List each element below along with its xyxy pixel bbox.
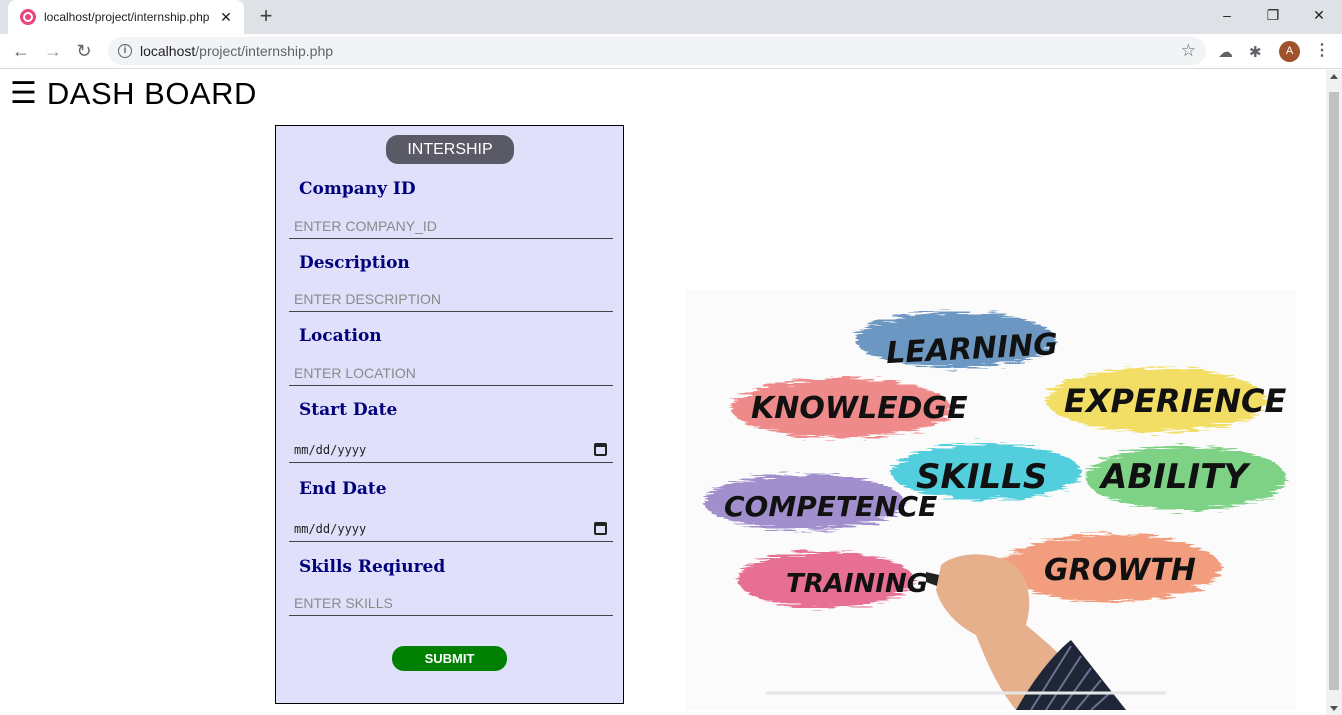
word-experience: EXPERIENCE bbox=[1064, 382, 1287, 420]
start-date-value: mm/dd/yyyy bbox=[294, 442, 367, 457]
description-label: Description bbox=[299, 253, 410, 273]
word-competence: COMPETENCE bbox=[724, 490, 937, 523]
company-id-input[interactable] bbox=[289, 213, 613, 239]
skills-illustration: LEARNING KNOWLEDGE EXPERIENCE SKILLS ABI… bbox=[686, 290, 1296, 710]
start-date-input[interactable]: mm/dd/yyyy bbox=[289, 437, 613, 463]
window-controls: – ❐ ✕ bbox=[1204, 0, 1342, 30]
skills-required-label: Skills Reqiured bbox=[299, 557, 446, 577]
back-arrow-icon[interactable]: ← bbox=[9, 39, 33, 63]
word-growth: GROWTH bbox=[1044, 553, 1196, 588]
page-viewport: ☰ DASH BOARD INTERSHIP Company ID Descri… bbox=[0, 70, 1326, 715]
new-tab-button[interactable]: + bbox=[254, 4, 278, 28]
submit-button[interactable]: SUBMIT bbox=[392, 646, 507, 671]
company-id-label: Company ID bbox=[299, 179, 416, 199]
favicon-icon bbox=[20, 9, 36, 25]
calendar-icon[interactable] bbox=[594, 522, 607, 535]
end-date-value: mm/dd/yyyy bbox=[294, 521, 367, 536]
scroll-thumb[interactable] bbox=[1329, 92, 1339, 690]
tab-title: localhost/project/internship.php bbox=[44, 10, 210, 24]
calendar-icon[interactable] bbox=[594, 443, 607, 456]
page-title: DASH BOARD bbox=[46, 76, 257, 111]
browser-tab-strip: localhost/project/internship.php ✕ + – ❐… bbox=[0, 0, 1342, 34]
forward-arrow-icon[interactable]: → bbox=[41, 39, 65, 63]
scroll-up-icon[interactable] bbox=[1330, 74, 1338, 79]
site-info-icon[interactable]: i bbox=[118, 44, 132, 58]
reload-icon[interactable]: ↻ bbox=[72, 39, 96, 63]
profile-avatar[interactable]: A bbox=[1279, 41, 1300, 62]
close-window-icon[interactable]: ✕ bbox=[1296, 0, 1342, 30]
browser-menu-icon[interactable]: ⋮ bbox=[1314, 40, 1330, 60]
browser-tab[interactable]: localhost/project/internship.php ✕ bbox=[8, 0, 244, 34]
dashboard-header: ☰ DASH BOARD bbox=[10, 76, 257, 112]
word-training: TRAINING bbox=[786, 569, 928, 599]
extension-cloud-icon[interactable]: ☁ bbox=[1218, 43, 1233, 61]
location-input[interactable] bbox=[289, 360, 613, 386]
tab-close-icon[interactable]: ✕ bbox=[218, 9, 234, 26]
form-heading: INTERSHIP bbox=[386, 135, 514, 164]
internship-form: INTERSHIP Company ID Description Locatio… bbox=[275, 125, 624, 704]
end-date-input[interactable]: mm/dd/yyyy bbox=[289, 516, 613, 542]
word-ability: ABILITY bbox=[1098, 457, 1251, 497]
url-text: localhost/project/internship.php bbox=[140, 43, 334, 59]
restore-icon[interactable]: ❐ bbox=[1250, 0, 1296, 30]
address-bar[interactable]: i localhost/project/internship.php ☆ bbox=[108, 37, 1206, 65]
end-date-label: End Date bbox=[299, 479, 387, 499]
hamburger-menu-icon[interactable]: ☰ bbox=[10, 78, 37, 110]
scroll-down-icon[interactable] bbox=[1330, 706, 1338, 711]
browser-toolbar: ← → ↻ i localhost/project/internship.php… bbox=[0, 34, 1342, 69]
location-label: Location bbox=[299, 326, 382, 346]
word-knowledge: KNOWLEDGE bbox=[751, 391, 968, 426]
description-input[interactable] bbox=[289, 286, 613, 312]
bookmark-star-icon[interactable]: ☆ bbox=[1181, 41, 1196, 61]
extensions-puzzle-icon[interactable]: ✱ bbox=[1249, 43, 1262, 61]
minimize-icon[interactable]: – bbox=[1204, 0, 1250, 30]
start-date-label: Start Date bbox=[299, 400, 398, 420]
skills-input[interactable] bbox=[289, 590, 613, 616]
vertical-scrollbar[interactable] bbox=[1326, 70, 1342, 715]
